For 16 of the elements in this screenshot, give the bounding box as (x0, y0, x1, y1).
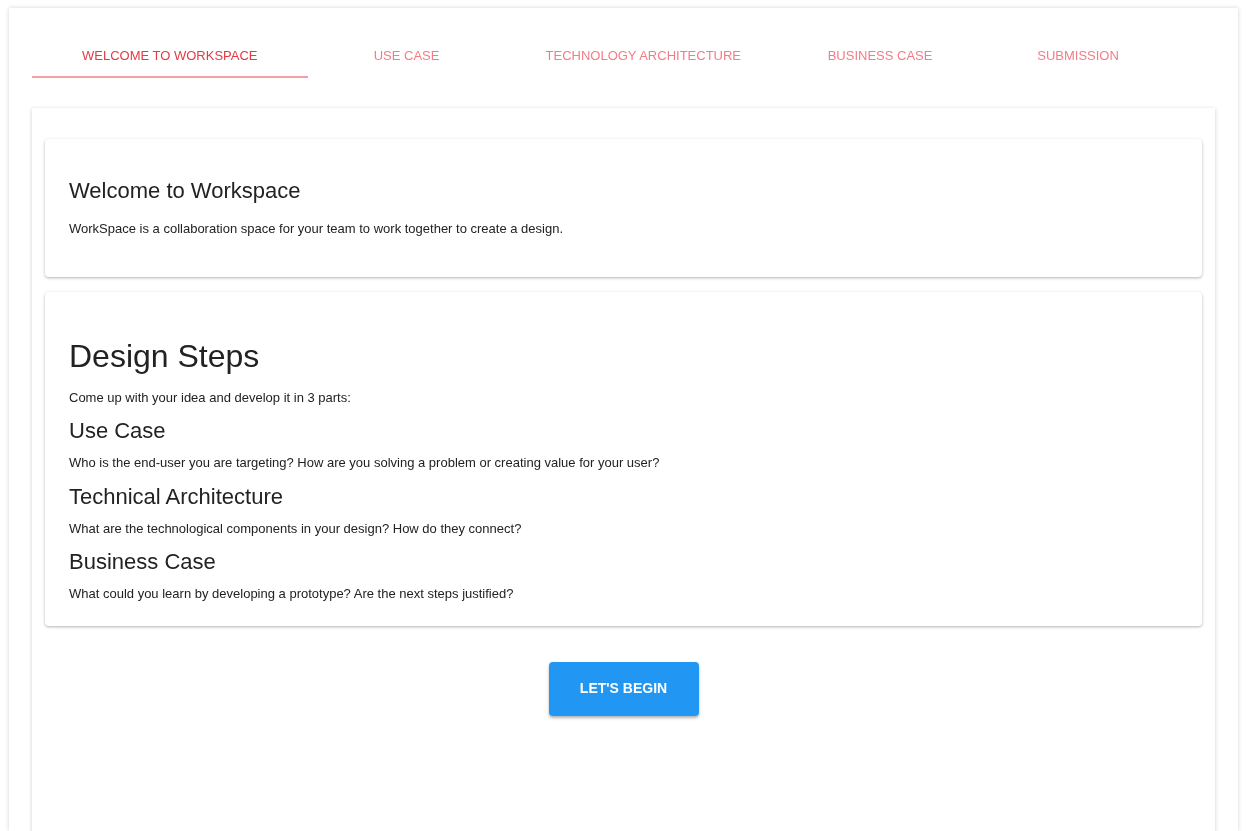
section-heading: Technical Architecture (69, 482, 284, 511)
section-heading: Use Case (69, 417, 167, 445)
lets-begin-button[interactable]: LET'S BEGIN (548, 661, 699, 716)
design-steps-intro: Come up with your idea and develop it in 3 parts: (69, 388, 352, 407)
welcome-text: WorkSpace is a collaboration space for your team to work together to create a design. (69, 220, 565, 238)
section-text: What could you learn by developing a prototype? Are the next steps justified? (69, 585, 515, 603)
section-text: Who is the end-user you are targeting? How are you solving a problem or creating value for your user? (69, 454, 661, 472)
tab[interactable]: SUBMISSION (979, 36, 1178, 78)
tab[interactable]: WELCOME TO WORKSPACE (32, 36, 308, 78)
tab[interactable]: TECHNOLOGY ARCHITECTURE (505, 36, 782, 78)
welcome-title: Welcome to Workspace (69, 177, 302, 205)
section-heading: Business Case (69, 548, 217, 576)
section-text: What are the technological components in your design? How do they connect? (69, 519, 523, 538)
tab[interactable]: BUSINESS CASE (781, 36, 980, 78)
design-steps-title: Design Steps (69, 336, 261, 376)
tab[interactable]: USE CASE (307, 36, 506, 78)
